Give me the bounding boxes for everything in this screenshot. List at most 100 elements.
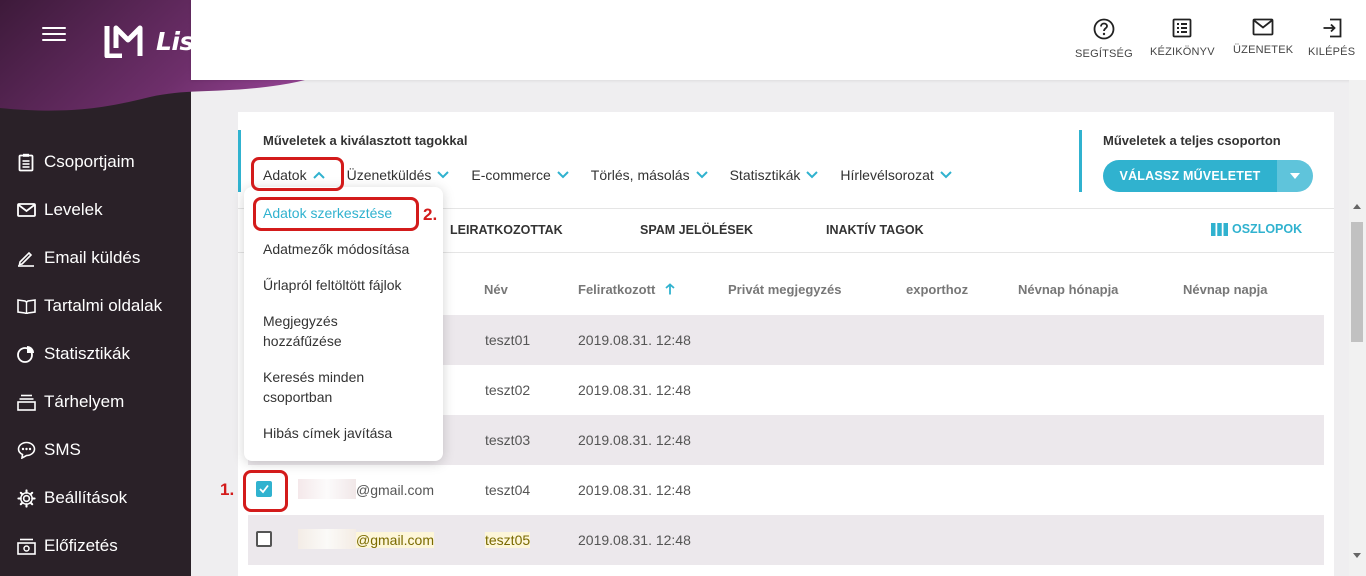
messages-label: ÜZENETEK: [1233, 44, 1294, 56]
menu-item-kereses-minden-csoportban[interactable]: Keresés minden csoportban: [263, 367, 364, 407]
menu-item-adatmezok-modositasa[interactable]: Adatmezők módosítása: [263, 239, 409, 259]
ops-accent-bar: [238, 130, 241, 192]
manual-list-icon: [1172, 18, 1192, 38]
table-row[interactable]: @gmail.com teszt04 2019.08.31. 12:48: [248, 465, 1324, 515]
tab-leiratkozottak[interactable]: LEIRATKOZOTTAK: [450, 223, 563, 237]
sidebar-item-label: Előfizetés: [44, 536, 118, 555]
ops-menu-torles-masolas[interactable]: Törlés, másolás: [591, 167, 708, 183]
ops-menu-statisztikak[interactable]: Statisztikák: [730, 167, 819, 183]
manual-button[interactable]: KÉZIKÖNYV: [1150, 18, 1215, 60]
sidebar-item-levelek[interactable]: Levelek: [0, 186, 191, 234]
ops-menu-label: Üzenetküldés: [346, 167, 432, 183]
subscription-icon: [16, 536, 36, 556]
menu-item-line: Keresés minden: [263, 369, 365, 385]
row-subscribed: 2019.08.31. 12:48: [578, 332, 691, 348]
logout-icon: [1323, 18, 1342, 38]
menu-item-megjegyzes-hozzafuzese[interactable]: Megjegyzés hozzáfűzése: [263, 311, 342, 351]
annotation-highlight-adatok-szerkesztese: [253, 197, 419, 231]
listamester-logo-icon: [104, 25, 143, 58]
help-label: SEGÍTSÉG: [1075, 48, 1133, 60]
ops-menu-label: Statisztikák: [729, 167, 801, 183]
messages-button[interactable]: ÜZENETEK: [1233, 18, 1293, 58]
column-header-private-note[interactable]: Privát megjegyzés: [728, 282, 841, 297]
row-name: teszt03: [485, 432, 531, 448]
scrollbar-thumb[interactable]: [1351, 222, 1363, 342]
column-header-exporthoz[interactable]: exporthoz: [906, 282, 968, 297]
redacted-email-user: [298, 479, 356, 499]
hamburger-menu-button[interactable]: [40, 24, 68, 46]
sidebar-item-tarhelyem[interactable]: Tárhelyem: [0, 378, 191, 426]
top-header: SEGÍTSÉG KÉZIKÖNYV ÜZENETEK KILÉPÉS: [191, 0, 1366, 80]
envelope-icon: [1252, 18, 1274, 36]
menu-item-urlaprol-feltoltott-fajlok[interactable]: Űrlapról feltöltött fájlok: [263, 275, 402, 295]
row-name: teszt02: [485, 382, 531, 398]
annotation-highlight-checkbox: [243, 470, 288, 512]
chevron-down-icon: [695, 171, 708, 179]
table-row[interactable]: @gmail.com teszt05 2019.08.31. 12:48: [248, 515, 1324, 565]
logout-label: KILÉPÉS: [1308, 46, 1356, 58]
gear-icon: [16, 488, 36, 508]
row-subscribed: 2019.08.31. 12:48: [578, 482, 691, 498]
arrow-up-icon: [665, 283, 675, 295]
sidebar-item-csoportjaim[interactable]: Csoportjaim: [0, 138, 191, 186]
row-subscribed: 2019.08.31. 12:48: [578, 432, 691, 448]
scroll-down-arrow-icon[interactable]: [1353, 553, 1361, 558]
chevron-down-icon: [557, 171, 569, 179]
menu-item-line: Megjegyzés: [263, 313, 338, 329]
tab-spam-jelolesek[interactable]: SPAM JELÖLÉSEK: [640, 223, 753, 237]
ops-menu-ecommerce[interactable]: E-commerce: [471, 167, 569, 183]
columns-icon: [1211, 222, 1228, 236]
sidebar-item-statisztikak[interactable]: Statisztikák: [0, 330, 191, 378]
sidebar-item-label: Tárhelyem: [44, 392, 125, 411]
sidebar-item-label: Statisztikák: [44, 344, 130, 363]
columns-button[interactable]: OSZLOPOK: [1211, 222, 1302, 236]
column-header-subscribed-label: Feliratkozott: [578, 282, 656, 297]
column-header-nameday-month[interactable]: Névnap hónapja: [1018, 282, 1118, 297]
full-ops-title: Műveletek a teljes csoporton: [1103, 133, 1281, 148]
app-logo[interactable]: ListaMester: [104, 24, 317, 58]
column-header-subscribed[interactable]: Feliratkozott: [578, 282, 675, 297]
logout-button[interactable]: KILÉPÉS: [1308, 18, 1355, 60]
ops-menu-hirlevelsorozat[interactable]: Hírlevélsorozat: [840, 167, 952, 183]
row-email: @gmail.com: [356, 482, 435, 498]
sidebar-nav: Csoportjaim Levelek Email küldés Tartalm…: [0, 138, 191, 570]
page-scrollbar[interactable]: [1349, 80, 1366, 576]
storage-icon: [16, 392, 36, 412]
sidebar-item-elofizetes[interactable]: Előfizetés: [0, 522, 191, 570]
redacted-email-user: [298, 529, 356, 549]
row-name: teszt01: [485, 332, 531, 348]
choose-operation-button[interactable]: VÁLASSZ MŰVELETET: [1103, 160, 1313, 192]
row-email: @gmail.com: [356, 532, 435, 548]
annotation-highlight-adatok: [251, 157, 344, 191]
sidebar-item-sms[interactable]: SMS: [0, 426, 191, 474]
help-circle-icon: [1093, 18, 1115, 40]
choose-operation-dropdown-toggle[interactable]: [1277, 160, 1313, 192]
sidebar-item-label: Csoportjaim: [44, 152, 135, 171]
selected-ops-title: Műveletek a kiválasztott tagokkal: [263, 133, 468, 148]
row-checkbox[interactable]: [256, 531, 272, 547]
column-header-name[interactable]: Név: [484, 282, 508, 297]
clipboard-icon: [16, 152, 36, 172]
caret-down-icon: [1290, 173, 1300, 179]
chat-bubble-icon: [16, 440, 36, 460]
ops-menu-uzenetkuldes[interactable]: Üzenetküldés: [347, 167, 450, 183]
columns-label: OSZLOPOK: [1232, 222, 1303, 236]
sidebar-item-tartalmi-oldalak[interactable]: Tartalmi oldalak: [0, 282, 191, 330]
sidebar-item-beallitasok[interactable]: Beállítások: [0, 474, 191, 522]
annotation-step-2: 2.: [423, 205, 438, 224]
annotation-step-1: 1.: [220, 480, 235, 499]
manual-label: KÉZIKÖNYV: [1150, 46, 1215, 58]
chevron-down-icon: [940, 171, 952, 179]
sidebar-item-label: Tartalmi oldalak: [44, 296, 163, 315]
pencil-icon: [16, 248, 36, 268]
menu-item-line: csoportban: [263, 389, 333, 405]
scroll-up-arrow-icon[interactable]: [1353, 204, 1361, 209]
help-button[interactable]: SEGÍTSÉG: [1075, 18, 1133, 62]
sidebar-item-email-kuldes[interactable]: Email küldés: [0, 234, 191, 282]
ops-menu-label: Törlés, másolás: [590, 167, 690, 183]
chevron-down-icon: [806, 171, 819, 179]
column-header-nameday-day[interactable]: Névnap napja: [1183, 282, 1268, 297]
chevron-down-icon: [437, 171, 450, 179]
tab-inaktiv-tagok[interactable]: INAKTÍV TAGOK: [826, 223, 924, 237]
menu-item-hibas-cimek-javitasa[interactable]: Hibás címek javítása: [263, 423, 392, 443]
